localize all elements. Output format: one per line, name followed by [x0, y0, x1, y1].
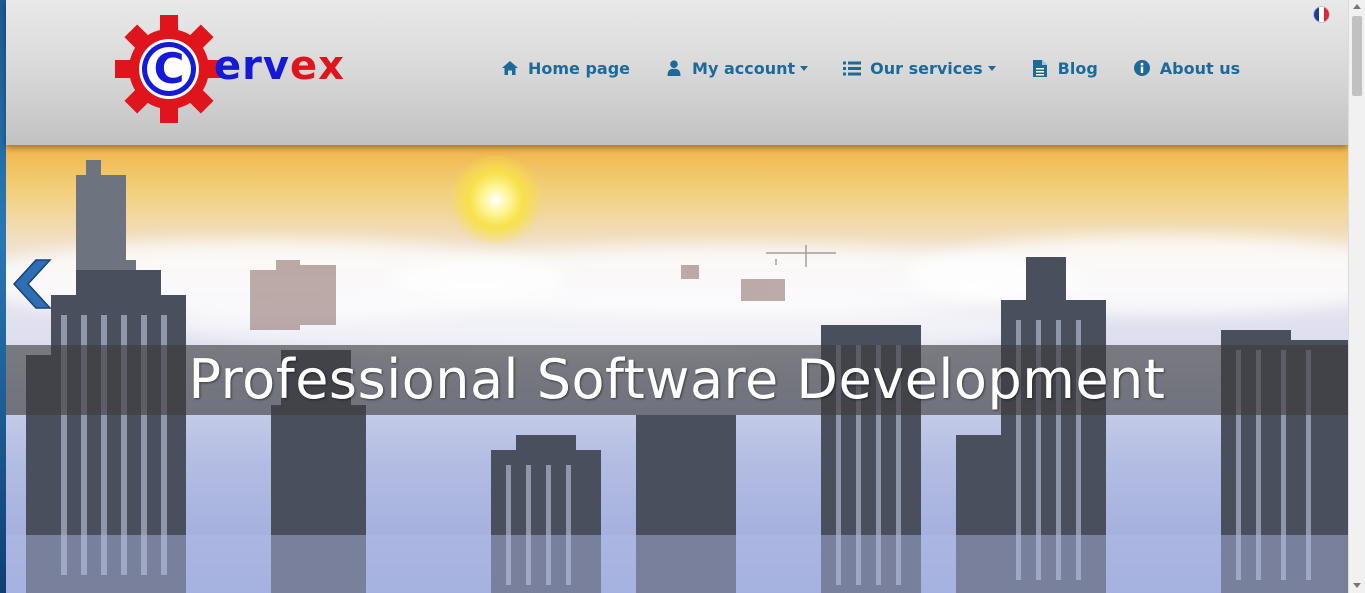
hero-slider: Professional Software Development: [6, 145, 1348, 593]
document-icon: [1030, 59, 1050, 77]
scroll-thumb[interactable]: [1352, 16, 1362, 96]
nav-blog-label: Blog: [1057, 58, 1098, 78]
logo-word-blue: erv: [214, 43, 290, 89]
nav-about-us[interactable]: About us: [1132, 59, 1240, 78]
chevron-down-icon: [800, 65, 809, 71]
nav-home-page[interactable]: Home page: [500, 59, 630, 78]
french-flag-icon[interactable]: [1314, 7, 1329, 22]
home-icon: [500, 59, 520, 77]
logo-letter: C: [154, 44, 185, 93]
logo-wordmark: ervex: [214, 42, 345, 90]
cervex-logo[interactable]: C ervex: [114, 14, 354, 124]
nav-home-page-label: Home page: [528, 58, 631, 78]
site-header: C ervex Home page My account Our service…: [6, 0, 1348, 145]
nav-our-services-label: Our services: [870, 58, 983, 78]
main-nav: Home page My account Our services Blog A…: [500, 52, 1274, 84]
nav-our-services[interactable]: Our services: [842, 59, 996, 78]
page-scrollbar[interactable]: [1348, 0, 1365, 593]
nav-about-us-label: About us: [1159, 58, 1241, 78]
nav-blog[interactable]: Blog: [1030, 59, 1098, 78]
scroll-down-icon[interactable]: [1353, 583, 1361, 588]
scroll-up-icon[interactable]: [1353, 4, 1361, 9]
gear-logo-icon: C: [115, 15, 223, 123]
list-icon: [842, 59, 862, 77]
logo-word-red: ex: [289, 43, 345, 89]
chevron-down-icon: [987, 65, 996, 71]
info-icon: [1132, 59, 1152, 77]
user-icon: [664, 59, 684, 77]
chevron-left-icon[interactable]: [10, 258, 56, 310]
nav-my-account[interactable]: My account: [664, 58, 809, 78]
hero-caption: Professional Software Development: [188, 348, 1166, 411]
nav-my-account-label: My account: [692, 58, 796, 78]
